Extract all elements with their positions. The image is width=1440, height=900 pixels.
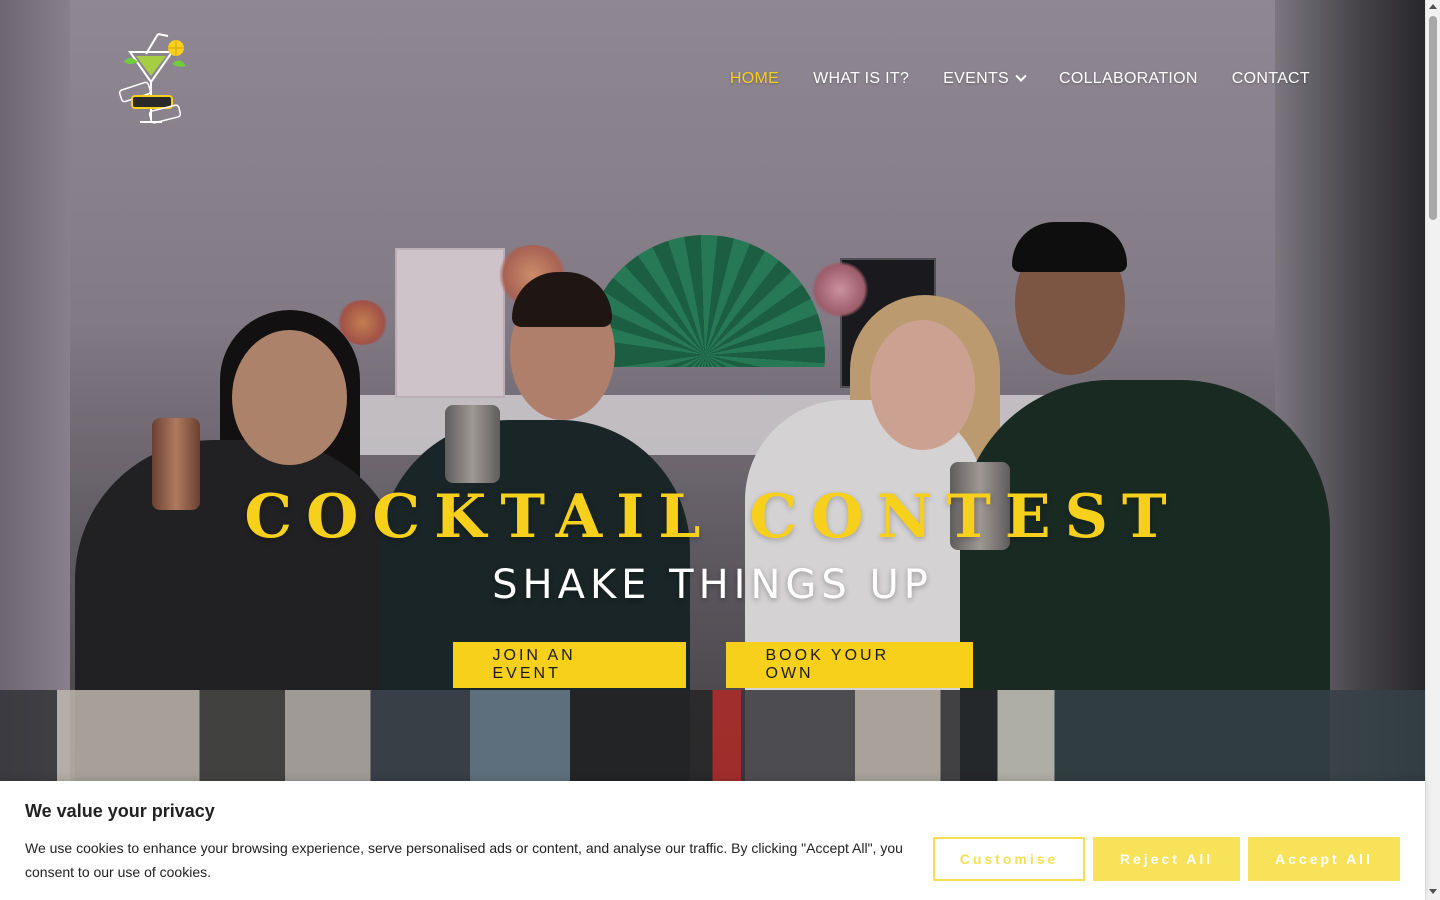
nav-item-what-is-it[interactable]: WHAT IS IT? (813, 70, 909, 88)
chevron-down-icon[interactable] (1015, 70, 1027, 82)
scrollbar-thumb[interactable] (1429, 16, 1437, 220)
nav-item-label: HOME (729, 70, 780, 87)
scroll-down-arrow-icon[interactable] (1429, 889, 1437, 894)
nav-item-events[interactable]: EVENTS (943, 70, 1027, 88)
nav-item-label: WHAT IS IT? (813, 70, 910, 87)
scroll-up-arrow-icon[interactable] (1429, 4, 1437, 9)
cocktail-logo-icon[interactable] (116, 32, 190, 130)
cookie-title: We value your privacy (25, 801, 215, 821)
cookie-text: We use cookies to enhance your browsing … (25, 840, 903, 880)
page-scrollbar[interactable] (1425, 0, 1440, 900)
nav-item-label: EVENTS (943, 70, 1009, 87)
cookie-banner: We value your privacy We use cookies to … (0, 781, 1425, 900)
hero-cta-row: JOIN AN EVENT BOOK YOUR OWN (0, 642, 1425, 688)
hero-subtitle: SHAKE THINGS UP (492, 562, 933, 608)
reject-all-button[interactable]: Reject All (1093, 837, 1240, 881)
main-nav: HOME WHAT IS IT? EVENTS COLLABORATION CO… (730, 70, 1310, 88)
customise-button[interactable]: Customise (933, 837, 1085, 881)
nav-item-label: COLLABORATION (1059, 70, 1198, 87)
hero-section (0, 0, 1425, 900)
cookie-buttons: Customise Reject All Accept All (933, 837, 1400, 881)
book-your-own-button[interactable]: BOOK YOUR OWN (725, 642, 973, 688)
nav-item-home[interactable]: HOME (730, 70, 779, 88)
nav-item-label: CONTACT (1231, 70, 1310, 87)
hero-overlay (0, 0, 1425, 900)
join-event-button[interactable]: JOIN AN EVENT (452, 642, 686, 688)
accept-all-button[interactable]: Accept All (1248, 837, 1400, 881)
nav-item-collaboration[interactable]: COLLABORATION (1059, 70, 1198, 88)
hero-title: COCKTAIL CONTEST (244, 482, 1181, 552)
nav-item-contact[interactable]: CONTACT (1232, 70, 1310, 88)
